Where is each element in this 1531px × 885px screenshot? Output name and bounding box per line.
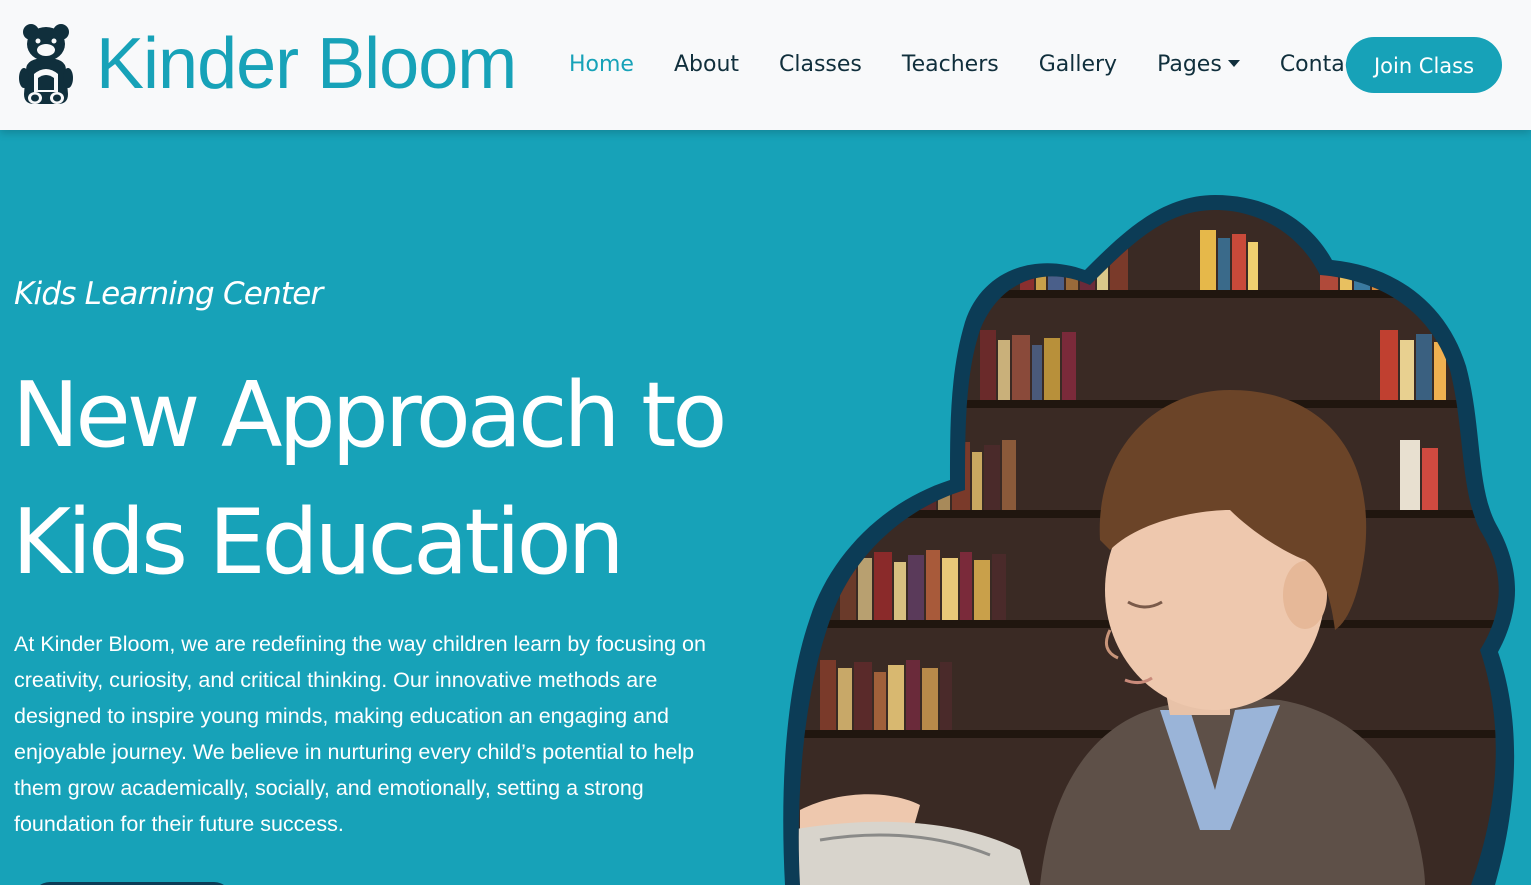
hero-section: Kids Learning Center New Approach to Kid… xyxy=(0,130,1531,885)
join-class-button[interactable]: Join Class xyxy=(1346,37,1502,93)
brand-link[interactable]: Kinder Bloom xyxy=(18,22,517,106)
hero-description: At Kinder Bloom, we are redefining the w… xyxy=(14,632,706,836)
nav-item-pages-label: Pages xyxy=(1157,52,1222,77)
nav-item-classes[interactable]: Classes xyxy=(779,46,862,84)
nav-item-pages-dropdown[interactable]: Pages xyxy=(1157,46,1240,84)
brand-name: Kinder Bloom xyxy=(96,24,517,104)
main-nav: Home About Classes Teachers Gallery Page… xyxy=(569,46,1405,84)
nav-item-about[interactable]: About xyxy=(674,46,739,84)
hero-subtitle: Kids Learning Center xyxy=(14,276,323,312)
boy-reading-book-photo xyxy=(783,195,1516,885)
caret-down-icon xyxy=(1227,60,1240,67)
hero-headline: New Approach to Kids Education xyxy=(12,363,727,595)
navbar: Kinder Bloom Home About Classes Teachers… xyxy=(0,0,1531,130)
nav-item-gallery[interactable]: Gallery xyxy=(1039,46,1117,84)
nav-item-home[interactable]: Home xyxy=(569,46,634,84)
nav-item-teachers[interactable]: Teachers xyxy=(902,46,999,84)
teddy-bear-icon xyxy=(19,24,73,104)
